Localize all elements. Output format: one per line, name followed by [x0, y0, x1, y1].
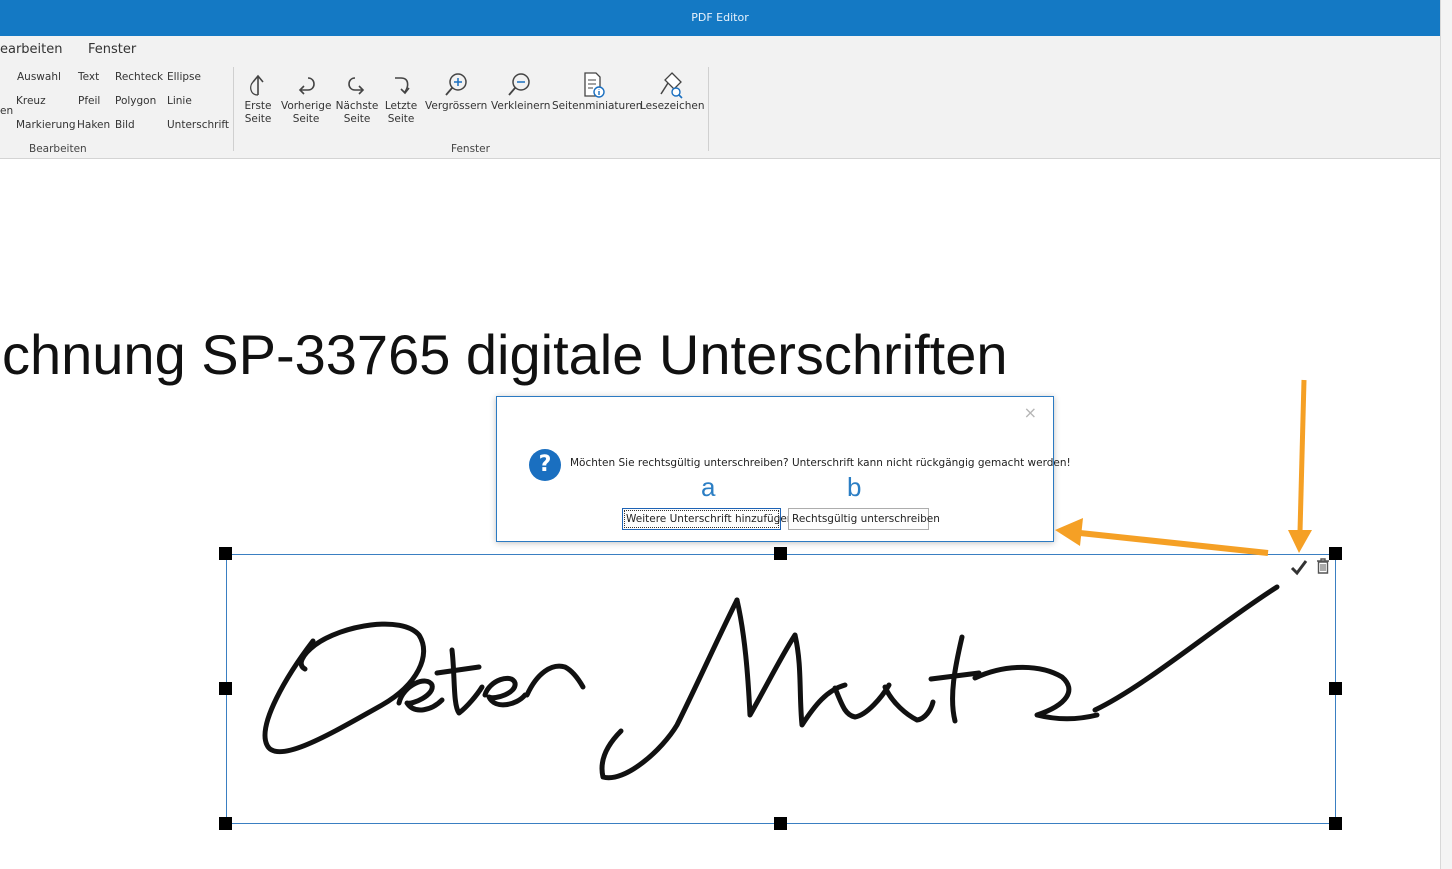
- zoom-in-button[interactable]: Vergrössern: [425, 70, 487, 113]
- add-another-signature-button[interactable]: Weitere Unterschrift hinzufügen: [622, 508, 793, 530]
- thumbnails-label: Seitenminiaturen: [552, 100, 643, 112]
- bookmark-label: Lesezeichen: [640, 100, 705, 112]
- resize-handle-top[interactable]: [774, 547, 787, 560]
- zoom-in-label: Vergrössern: [425, 100, 488, 112]
- tool-markierung[interactable]: Markierung: [16, 119, 76, 131]
- tool-linie[interactable]: Linie: [167, 95, 192, 107]
- bookmark-button[interactable]: Lesezeichen: [640, 70, 705, 113]
- resize-handle-bottom-right[interactable]: [1329, 817, 1342, 830]
- first-page-button[interactable]: Erste Seite: [243, 70, 273, 126]
- resize-handle-top-left[interactable]: [219, 547, 232, 560]
- next-page-button[interactable]: Nächste Seite: [335, 70, 379, 126]
- resize-handle-bottom[interactable]: [774, 817, 787, 830]
- zoom-out-button[interactable]: Verkleinern: [491, 70, 551, 113]
- previous-page-icon: [281, 70, 331, 100]
- ribbon-partial-label[interactable]: en: [0, 105, 13, 117]
- resize-handle-bottom-left[interactable]: [219, 817, 232, 830]
- delete-trash-icon[interactable]: [1316, 558, 1330, 574]
- window-title: PDF Editor: [691, 11, 749, 24]
- first-page-icon: [243, 70, 273, 100]
- previous-page-button[interactable]: Vorherige Seite: [281, 70, 331, 126]
- previous-page-label-1: Vorherige: [281, 100, 332, 112]
- tool-kreuz[interactable]: Kreuz: [16, 95, 46, 107]
- last-page-icon: [384, 70, 418, 100]
- zoom-out-label: Verkleinern: [491, 100, 551, 112]
- resize-handle-right[interactable]: [1329, 682, 1342, 695]
- last-page-label-2: Seite: [387, 113, 415, 125]
- group-label-bearbeiten: Bearbeiten: [29, 143, 87, 155]
- annotation-label-b: b: [847, 472, 862, 502]
- tool-text[interactable]: Text: [78, 71, 99, 83]
- ribbon-separator: [233, 67, 234, 151]
- ribbon: en Auswahl Kreuz Markierung Text Pfeil H…: [0, 62, 1440, 159]
- tool-haken[interactable]: Haken: [77, 119, 110, 131]
- resize-handle-left[interactable]: [219, 682, 232, 695]
- question-icon: ?: [529, 449, 561, 481]
- document-heading: chnung SP-33765 digitale Unterschriften: [2, 323, 1008, 386]
- sign-legally-button[interactable]: Rechtsgültig unterschreiben: [788, 508, 940, 530]
- thumbnails-button[interactable]: Seitenminiaturen: [552, 70, 643, 113]
- signature-image: [262, 584, 1280, 781]
- vertical-scrollbar[interactable]: [1440, 0, 1452, 869]
- tool-ellipse[interactable]: Ellipse: [167, 71, 201, 83]
- tool-auswahl[interactable]: Auswahl: [17, 71, 61, 83]
- first-page-label-1: Erste: [244, 100, 272, 112]
- menu-bearbeiten[interactable]: earbeiten: [0, 42, 63, 57]
- last-page-button[interactable]: Letzte Seite: [384, 70, 418, 126]
- zoom-out-icon: [491, 70, 547, 100]
- thumbnails-icon: [552, 70, 634, 100]
- menu-bar: earbeiten Fenster: [0, 36, 1440, 62]
- next-page-label-2: Seite: [343, 113, 371, 125]
- ribbon-separator: [708, 67, 709, 151]
- bookmark-icon: [640, 70, 702, 100]
- previous-page-label-2: Seite: [292, 113, 320, 125]
- next-page-icon: [335, 70, 379, 100]
- signature-selection-box[interactable]: [226, 554, 1336, 824]
- last-page-label-1: Letzte: [384, 100, 418, 112]
- annotation-label-a: a: [701, 472, 716, 502]
- close-icon[interactable]: ×: [1024, 403, 1037, 422]
- tool-polygon[interactable]: Polygon: [115, 95, 156, 107]
- menu-fenster[interactable]: Fenster: [88, 42, 136, 57]
- tool-rechteck[interactable]: Rechteck: [115, 71, 163, 83]
- group-label-fenster: Fenster: [451, 143, 490, 155]
- dialog-message: Möchten Sie rechtsgültig unterschreiben?…: [570, 457, 1071, 469]
- confirm-check-icon[interactable]: [1290, 558, 1308, 576]
- first-page-label-2: Seite: [244, 113, 272, 125]
- tool-bild[interactable]: Bild: [115, 119, 135, 131]
- tool-pfeil[interactable]: Pfeil: [78, 95, 100, 107]
- next-page-label-1: Nächste: [335, 100, 379, 112]
- tool-unterschrift[interactable]: Unterschrift: [167, 119, 229, 131]
- title-bar: PDF Editor: [0, 0, 1440, 36]
- confirm-signature-dialog: × ? Möchten Sie rechtsgültig unterschrei…: [496, 396, 1071, 542]
- resize-handle-top-right[interactable]: [1329, 547, 1342, 560]
- zoom-in-icon: [425, 70, 487, 100]
